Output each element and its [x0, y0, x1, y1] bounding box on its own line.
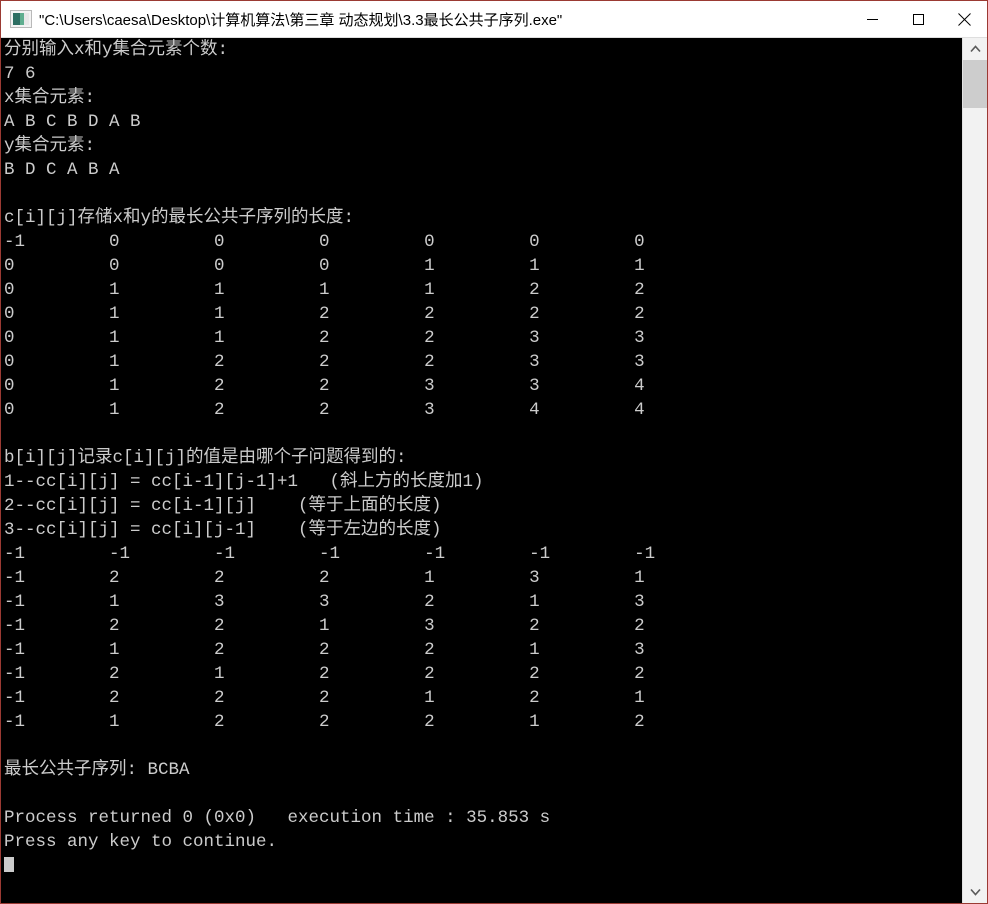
b-matrix: -1 -1 -1 -1 -1 -1 -1 -1 2 2 2 1 3 1 -1 1…	[4, 544, 656, 732]
console-output-area[interactable]: 分别输入x和y集合元素个数: 7 6 x集合元素: A B C B D A B …	[1, 38, 987, 903]
c-matrix: -1 0 0 0 0 0 0 0 0 0 0 1 1 1 0 1 1 1 1 2…	[4, 232, 645, 420]
minimize-icon	[866, 18, 878, 20]
scroll-thumb[interactable]	[963, 60, 987, 108]
b-rule-3: 3--cc[i][j] = cc[i][j-1] (等于左边的长度)	[4, 520, 442, 540]
close-icon	[957, 12, 971, 26]
scroll-track[interactable]	[963, 60, 987, 881]
title-bar[interactable]: "C:\Users\caesa\Desktop\计算机算法\第三章 动态规划\3…	[1, 0, 987, 38]
result-line: 最长公共子序列: BCBA	[4, 760, 190, 780]
input-counts: 7 6	[4, 64, 36, 84]
scroll-up-button[interactable]	[963, 38, 987, 60]
window-title: "C:\Users\caesa\Desktop\计算机算法\第三章 动态规划\3…	[39, 11, 563, 29]
console-text: 分别输入x和y集合元素个数: 7 6 x集合元素: A B C B D A B …	[1, 38, 962, 903]
x-elements: A B C B D A B	[4, 112, 141, 132]
scroll-down-button[interactable]	[963, 881, 987, 903]
console-app-icon	[10, 10, 32, 28]
maximize-button[interactable]	[895, 1, 941, 37]
label-y-set: y集合元素:	[4, 136, 96, 156]
chevron-down-icon	[969, 888, 981, 896]
text-cursor	[4, 857, 14, 872]
b-rule-1: 1--cc[i][j] = cc[i-1][j-1]+1 (斜上方的长度加1)	[4, 472, 484, 492]
caption-button-group	[849, 1, 987, 37]
c-matrix-header: c[i][j]存储x和y的最长公共子序列的长度:	[4, 208, 355, 228]
b-rule-2: 2--cc[i][j] = cc[i-1][j] (等于上面的长度)	[4, 496, 442, 516]
maximize-icon	[912, 13, 924, 25]
label-x-set: x集合元素:	[4, 88, 96, 108]
chevron-up-icon	[969, 45, 981, 53]
y-elements: B D C A B A	[4, 160, 120, 180]
console-window: "C:\Users\caesa\Desktop\计算机算法\第三章 动态规划\3…	[0, 0, 988, 904]
close-button[interactable]	[941, 1, 987, 37]
minimize-button[interactable]	[849, 1, 895, 37]
vertical-scrollbar[interactable]	[962, 38, 987, 903]
process-returned-line: Process returned 0 (0x0) execution time …	[4, 808, 551, 828]
b-matrix-header: b[i][j]记录c[i][j]的值是由哪个子问题得到的:	[4, 448, 407, 468]
press-key-line: Press any key to continue.	[4, 832, 278, 852]
prompt-counts: 分别输入x和y集合元素个数:	[4, 40, 229, 60]
